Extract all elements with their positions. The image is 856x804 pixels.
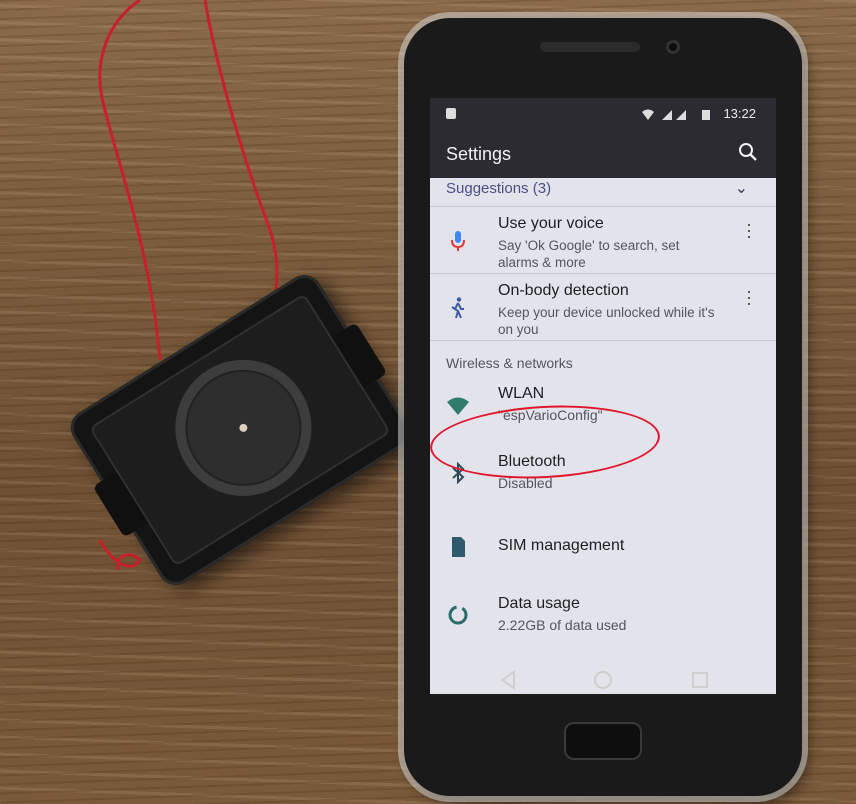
speaker-hole: [237, 422, 249, 434]
suggestion-title: Use your voice: [498, 215, 604, 232]
phone-screen: 13:22 Settings Suggestions (3) ⌄ Use you…: [430, 98, 776, 694]
cellular-icon: [662, 110, 672, 120]
setting-title: SIM management: [498, 537, 625, 554]
page-title: Settings: [446, 144, 512, 164]
setting-subtitle: 2.22GB of data used: [498, 617, 627, 633]
chevron-down-icon[interactable]: ⌄: [735, 178, 748, 198]
front-camera: [666, 40, 680, 54]
suggestions-header[interactable]: Suggestions (3) ⌄: [430, 178, 776, 207]
overflow-menu-icon[interactable]: · · ·: [746, 215, 752, 245]
overflow-menu-icon[interactable]: · · ·: [746, 282, 752, 312]
wifi-icon: [447, 397, 469, 415]
notification-icon: [446, 108, 456, 119]
sim-card-icon: [452, 537, 465, 557]
setting-sim-management[interactable]: SIM management: [430, 523, 776, 579]
setting-title: Data usage: [498, 595, 580, 612]
status-icons: [642, 108, 716, 123]
search-icon[interactable]: [736, 140, 760, 164]
wifi-icon: [642, 109, 654, 120]
home-button[interactable]: [566, 724, 640, 758]
suggestion-on-body[interactable]: On-body detection Keep your device unloc…: [430, 274, 776, 341]
walking-person-icon: [451, 297, 464, 319]
battery-icon: [702, 110, 710, 120]
status-bar: 13:22: [430, 98, 776, 130]
app-bar: Settings: [430, 130, 776, 178]
suggestion-subtitle: Say 'Ok Google' to search, set alarms & …: [498, 238, 680, 270]
data-usage-icon: [448, 605, 468, 625]
earpiece: [540, 42, 640, 52]
home-icon[interactable]: [591, 668, 615, 692]
suggestion-title: On-body detection: [498, 282, 629, 299]
suggestion-subtitle: Keep your device unlocked while it's on …: [498, 305, 715, 337]
speaker: [149, 334, 338, 522]
wireless-networks-header: Wireless & networks: [430, 341, 776, 381]
setting-title: WLAN: [498, 385, 545, 402]
back-icon[interactable]: [496, 668, 520, 692]
recents-icon[interactable]: [688, 668, 712, 692]
suggestions-title: Suggestions (3): [446, 180, 552, 197]
setting-data-usage[interactable]: Data usage 2.22GB of data used: [430, 579, 776, 655]
microphone-icon: [451, 231, 465, 251]
status-time: 13:22: [723, 106, 756, 121]
smartphone: 13:22 Settings Suggestions (3) ⌄ Use you…: [404, 18, 802, 796]
category-label: Wireless & networks: [446, 355, 573, 371]
suggestion-voice[interactable]: Use your voice Say 'Ok Google' to search…: [430, 207, 776, 274]
